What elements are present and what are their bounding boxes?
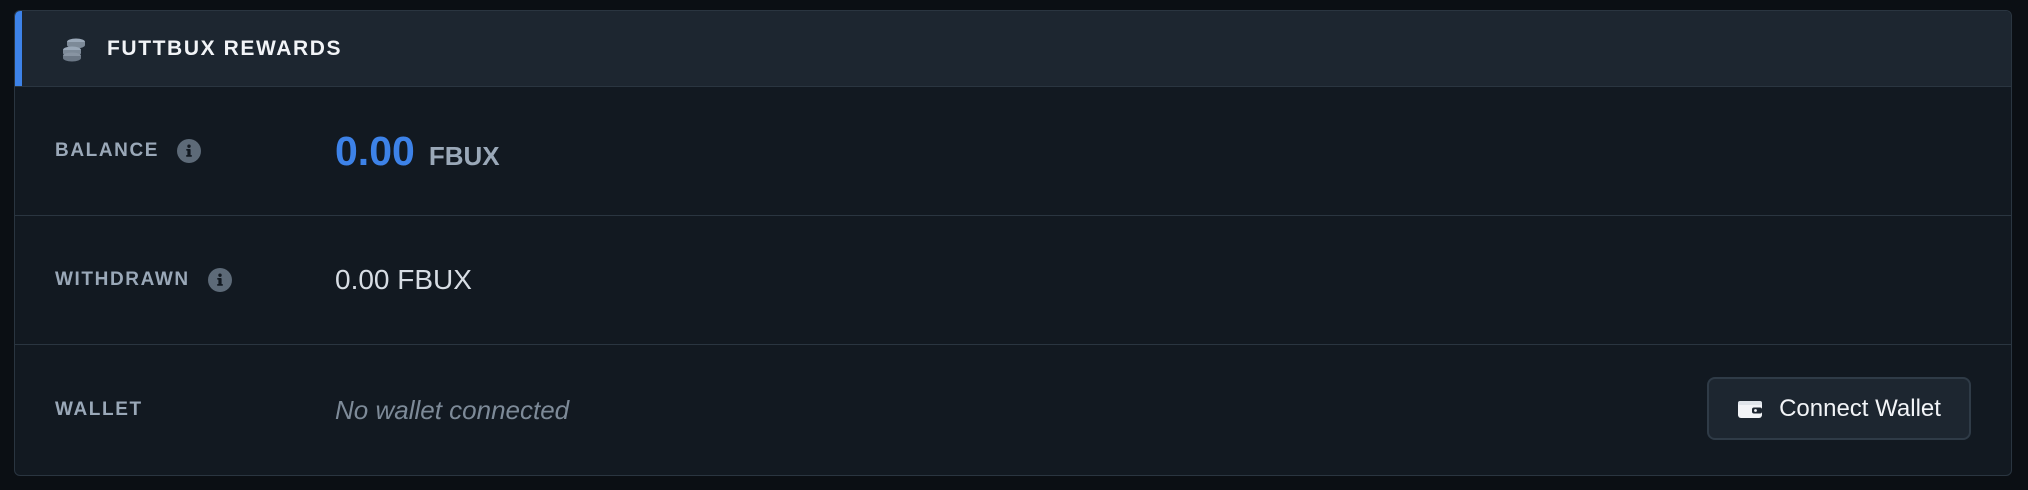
connect-wallet-button[interactable]: Connect Wallet bbox=[1707, 377, 1971, 440]
panel-header: FUTTBUX REWARDS bbox=[15, 11, 2011, 87]
balance-label: BALANCE bbox=[55, 140, 160, 161]
wallet-row: WALLET No wallet connected Connect Walle… bbox=[15, 345, 2011, 475]
balance-unit: FBUX bbox=[428, 140, 500, 171]
connect-wallet-label: Connect Wallet bbox=[1779, 394, 1941, 422]
withdrawn-value-group: 0.00 FBUX bbox=[335, 264, 472, 296]
balance-amount: 0.00 bbox=[335, 127, 415, 174]
withdrawn-value: 0.00 FBUX bbox=[335, 264, 472, 295]
withdrawn-label-group: WITHDRAWN bbox=[55, 268, 232, 292]
balance-row: BALANCE 0.00 FBUX bbox=[15, 87, 2011, 216]
wallet-icon bbox=[1737, 398, 1763, 420]
wallet-label-group: WALLET bbox=[55, 399, 143, 421]
withdrawn-row: WITHDRAWN 0.00 FBUX bbox=[15, 216, 2011, 345]
panel-title: FUTTBUX REWARDS bbox=[107, 36, 343, 60]
rewards-panel: FUTTBUX REWARDS BALANCE 0.00 FBUX WITHDR… bbox=[14, 10, 2012, 476]
wallet-label: WALLET bbox=[55, 399, 143, 420]
coins-icon bbox=[59, 34, 89, 64]
wallet-status: No wallet connected bbox=[335, 394, 570, 425]
withdrawn-label: WITHDRAWN bbox=[55, 269, 190, 290]
info-icon[interactable] bbox=[207, 268, 232, 292]
balance-label-group: BALANCE bbox=[55, 139, 202, 163]
balance-value: 0.00 FBUX bbox=[335, 128, 500, 175]
info-icon[interactable] bbox=[177, 139, 202, 163]
wallet-status-group: No wallet connected bbox=[335, 395, 569, 426]
